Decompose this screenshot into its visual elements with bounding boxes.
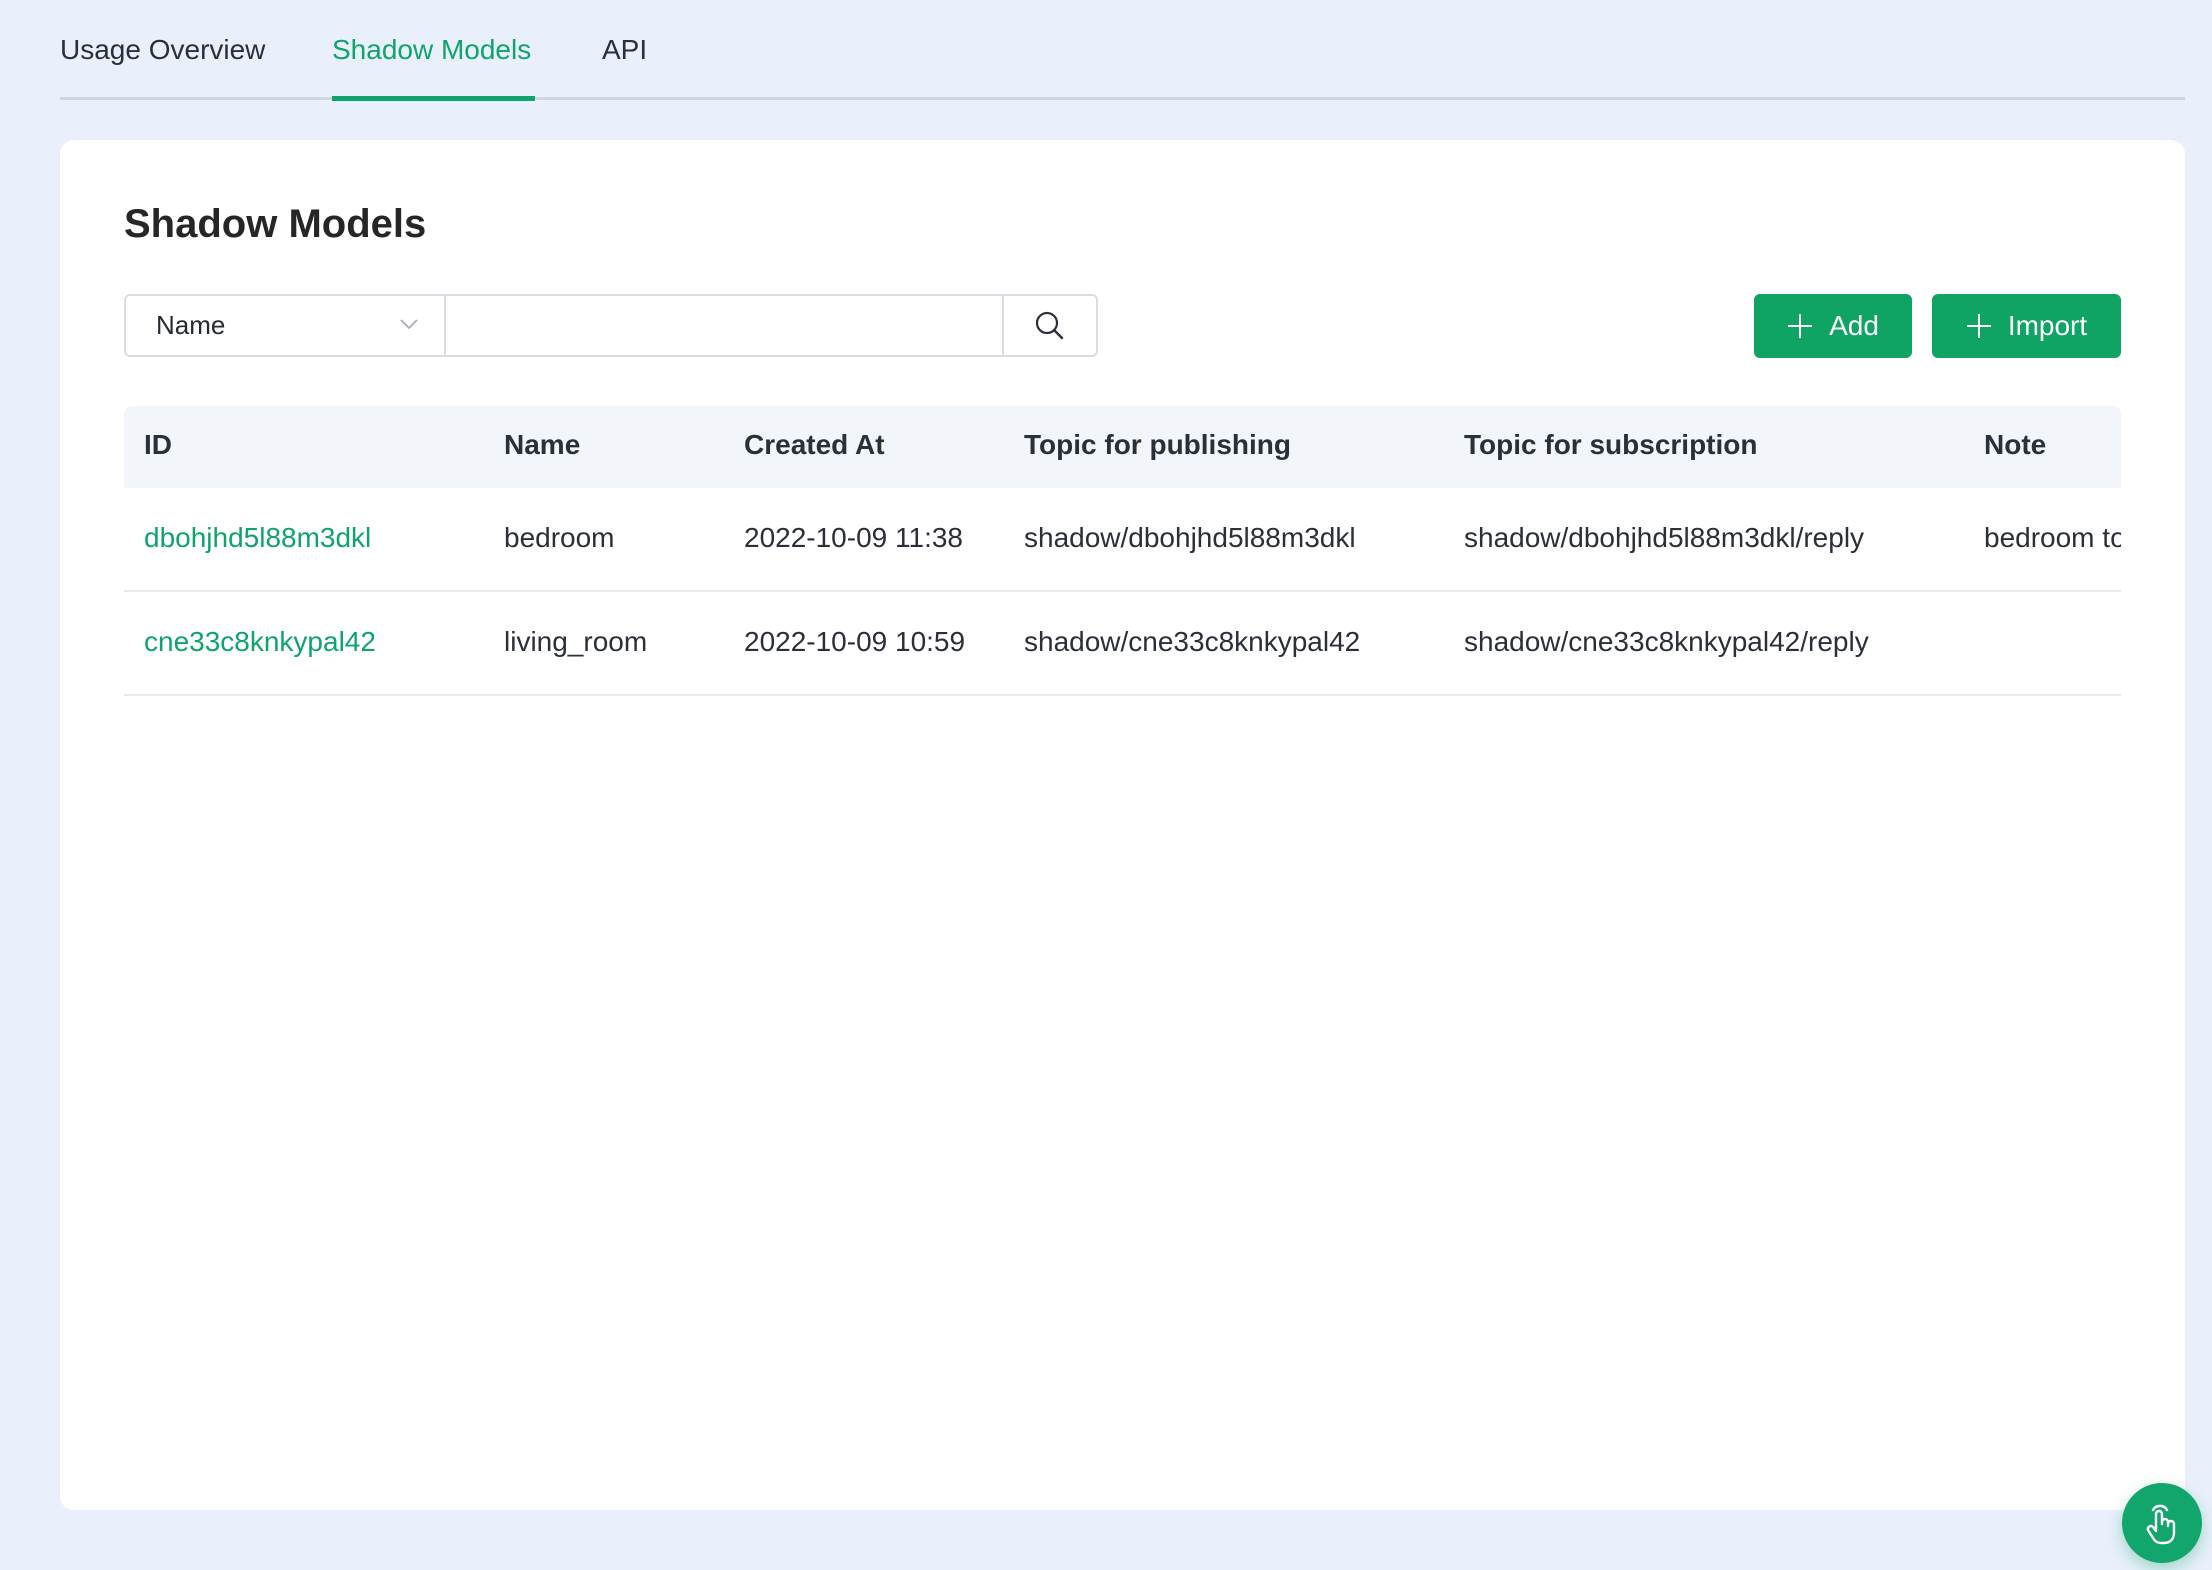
search-input[interactable] (446, 296, 1004, 355)
row-id-link[interactable]: cne33c8knkypal42 (144, 626, 376, 658)
column-header-id: ID (144, 429, 172, 460)
add-button[interactable]: Add (1754, 294, 1912, 358)
pointer-hand-icon (2146, 1504, 2176, 1545)
row-topic-subscription: shadow/dbohjhd5l88m3dkl/reply (1464, 522, 1865, 553)
active-tab-indicator (332, 96, 535, 101)
row-note: bedroom to (1984, 522, 2121, 553)
shadow-models-table: ID Name Created At Topic for publishing … (124, 406, 2121, 696)
row-name: living_room (504, 626, 648, 657)
tab-usage-overview[interactable]: Usage Overview (60, 30, 265, 70)
tab-api[interactable]: API (602, 30, 647, 70)
search-icon (1035, 311, 1064, 339)
chevron-down-icon (400, 319, 418, 330)
row-id-link[interactable]: dbohjhd5l88m3dkl (144, 522, 371, 554)
search-button[interactable] (1004, 296, 1096, 355)
column-header-created-at: Created At (744, 429, 885, 460)
tab-bar: Usage Overview Shadow Models API (60, 0, 2185, 101)
column-header-note: Note (1984, 429, 2047, 460)
row-topic-publishing: shadow/cne33c8knkypal42 (1024, 626, 1361, 657)
table-row: dbohjhd5l88m3dkl bedroom 2022-10-09 11:3… (124, 488, 2121, 592)
plus-icon (1966, 314, 1991, 338)
plus-icon (1788, 314, 1813, 338)
search-field-select-value: Name (156, 310, 226, 340)
table-header: ID Name Created At Topic for publishing … (124, 406, 2121, 488)
row-created-at: 2022-10-09 10:59 (744, 626, 966, 657)
floating-help-button[interactable] (2122, 1483, 2202, 1563)
import-button-label: Import (2007, 310, 2088, 341)
table-row: cne33c8knkypal42 living_room 2022-10-09 … (124, 592, 2121, 696)
page-title: Shadow Models (124, 202, 427, 246)
tab-shadow-models[interactable]: Shadow Models (332, 30, 531, 70)
add-button-label: Add (1829, 310, 1879, 341)
row-topic-publishing: shadow/dbohjhd5l88m3dkl (1024, 522, 1356, 553)
search-field-select[interactable]: Name (126, 296, 446, 355)
import-button[interactable]: Import (1932, 294, 2121, 358)
content-card: Shadow Models Name Add Import ID Name Cr… (60, 140, 2185, 1510)
row-created-at: 2022-10-09 11:38 (744, 522, 963, 553)
row-topic-subscription: shadow/cne33c8knkypal42/reply (1464, 626, 1869, 657)
search-bar: Name (124, 294, 1098, 357)
column-header-topic-publishing: Topic for publishing (1024, 429, 1291, 460)
row-name: bedroom (504, 522, 615, 553)
column-header-topic-subscription: Topic for subscription (1464, 429, 1758, 460)
column-header-name: Name (504, 429, 581, 460)
